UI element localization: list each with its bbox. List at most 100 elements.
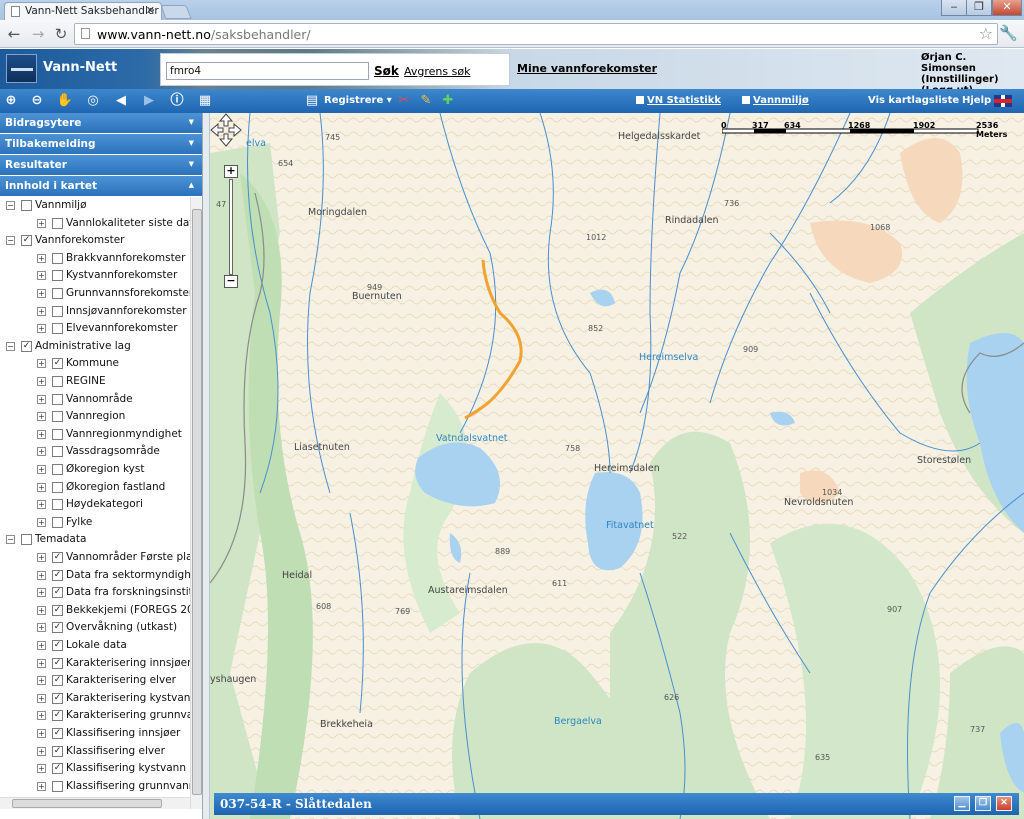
vannmiljo-link[interactable]: Vannmiljø	[742, 95, 809, 106]
draw-icon[interactable]: ✎	[417, 92, 435, 110]
layer-label[interactable]: Brakkvannforekomster	[66, 252, 185, 264]
address-bar[interactable]: www.vann-nett.no/saksbehandler/ ☆	[74, 23, 998, 45]
pan-hand-icon[interactable]: ✋	[56, 92, 74, 110]
close-window-button[interactable]: ✕	[992, 0, 1022, 16]
layer-label[interactable]: REGINE	[66, 375, 106, 387]
zoom-slider[interactable]: + −	[224, 165, 238, 291]
layer-label[interactable]: Karakterisering grunnvann	[66, 709, 190, 721]
layer-checkbox[interactable]	[52, 393, 63, 405]
expand-node-icon[interactable]: +	[37, 324, 46, 334]
layer-label[interactable]: Økoregion fastland	[66, 481, 165, 493]
layer-checkbox[interactable]	[52, 376, 63, 387]
layer-checkbox[interactable]: ✓	[52, 657, 63, 669]
layer-checkbox[interactable]: ✓	[52, 569, 63, 581]
layer-checkbox[interactable]	[52, 446, 63, 458]
pan-arrows-icon[interactable]	[210, 113, 242, 147]
close-tab-icon[interactable]: ✕	[146, 4, 155, 17]
layer-checkbox[interactable]	[52, 252, 63, 264]
panel-innhold-i-kartet[interactable]: Innhold i kartet ▲	[0, 176, 202, 196]
scrollbar-thumb[interactable]	[192, 209, 202, 795]
layer-label[interactable]: Vannforekomster	[35, 234, 125, 246]
wrench-icon[interactable]: 🔧	[999, 24, 1018, 42]
reload-icon[interactable]: ↻	[51, 24, 71, 44]
layer-checkbox[interactable]	[52, 217, 63, 229]
collapse-node-icon[interactable]: −	[6, 535, 15, 545]
layer-checkbox[interactable]: ✓	[52, 692, 63, 704]
layer-checkbox[interactable]: ✓	[52, 745, 63, 757]
collapse-node-icon[interactable]: −	[6, 341, 15, 351]
layer-label[interactable]: Høydekategori	[66, 498, 143, 510]
measure-icon[interactable]: ✂	[395, 92, 413, 110]
vn-statistikk-link[interactable]: VN Statistikk	[636, 95, 721, 106]
print-icon[interactable]: ▦	[196, 92, 214, 110]
expand-node-icon[interactable]: +	[37, 218, 46, 228]
expand-node-icon[interactable]: +	[37, 729, 46, 738]
new-tab-button[interactable]	[160, 5, 192, 19]
panel-bidragsytere[interactable]: Bidragsytere ▼	[0, 113, 202, 133]
expand-node-icon[interactable]: +	[37, 711, 46, 721]
layer-label[interactable]: Elvevannforekomster	[66, 322, 178, 334]
map-canvas[interactable]: 0 317 634 1268 1902 2536 Meters + − Helg…	[210, 113, 1024, 819]
layer-label[interactable]: Kommune	[66, 357, 119, 369]
expand-node-icon[interactable]: +	[37, 746, 46, 756]
layer-label[interactable]: Bekkekjemi (FOREGS 2008	[66, 604, 190, 616]
expand-node-icon[interactable]: +	[37, 764, 46, 774]
scrollbar-thumb[interactable]	[12, 799, 162, 808]
add-user-icon[interactable]: ✚	[439, 92, 457, 110]
layer-label[interactable]: Fylke	[66, 516, 92, 528]
layer-checkbox[interactable]: ✓	[52, 587, 63, 599]
layer-label[interactable]: Klassifisering innsjøer	[66, 727, 180, 739]
layer-checkbox[interactable]	[52, 464, 63, 475]
forward-icon[interactable]: →	[28, 24, 48, 44]
layer-label[interactable]: Vannmiljø	[35, 199, 87, 211]
layer-label[interactable]: Lokale data	[66, 639, 127, 651]
layer-checkbox[interactable]	[21, 200, 32, 211]
expand-node-icon[interactable]: +	[37, 412, 46, 422]
layer-checkbox[interactable]	[52, 481, 63, 493]
layer-checkbox[interactable]: ✓	[21, 340, 32, 352]
expand-node-icon[interactable]: +	[37, 253, 46, 263]
layer-checkbox[interactable]: ✓	[52, 728, 63, 739]
layer-label[interactable]: Vannregion	[66, 410, 125, 422]
expand-node-icon[interactable]: +	[37, 500, 46, 510]
expand-node-icon[interactable]: +	[37, 623, 46, 633]
expand-node-icon[interactable]: +	[37, 658, 46, 668]
my-waterbodies-link[interactable]: Mine vannforekomster	[517, 62, 657, 75]
layer-tree-horizontal-scrollbar[interactable]	[0, 797, 190, 809]
layer-label[interactable]: Klassifisering grunnvann	[66, 780, 190, 792]
layer-tree-vertical-scrollbar[interactable]	[190, 197, 202, 809]
layer-checkbox[interactable]: ✓	[52, 622, 63, 634]
restore-panel-button[interactable]: ❐	[975, 796, 991, 811]
zoom-in-icon[interactable]: ⊕	[2, 92, 20, 110]
expand-node-icon[interactable]: +	[37, 465, 46, 474]
zoom-in-button[interactable]: +	[224, 165, 238, 178]
settings-link[interactable]: (Innstillinger)	[921, 74, 1024, 85]
layer-checkbox[interactable]: ✓	[52, 710, 63, 722]
layer-checkbox[interactable]	[52, 780, 63, 792]
layer-label[interactable]: Vannområde	[66, 393, 133, 405]
layer-label[interactable]: Karakterisering elver	[66, 674, 176, 686]
expand-node-icon[interactable]: +	[37, 394, 46, 404]
expand-node-icon[interactable]: +	[37, 429, 46, 439]
layer-checkbox[interactable]	[52, 499, 63, 511]
layer-label[interactable]: Karakterisering innsjøer	[66, 657, 190, 669]
minimize-panel-button[interactable]: ▁	[954, 796, 970, 811]
layer-list-link[interactable]: Vis kartlagsliste	[868, 95, 959, 106]
expand-node-icon[interactable]: +	[37, 693, 46, 703]
layer-checkbox[interactable]	[52, 516, 63, 528]
browser-tab[interactable]: Vann-Nett Saksbehandler ✕	[4, 2, 162, 20]
previous-extent-icon[interactable]: ◀	[112, 92, 130, 110]
layer-label[interactable]: Karakterisering kystvann	[66, 692, 190, 704]
layer-label[interactable]: Klassifisering elver	[66, 745, 165, 757]
layer-checkbox[interactable]: ✓	[52, 763, 63, 775]
search-input[interactable]	[166, 62, 369, 80]
layer-checkbox[interactable]: ✓	[52, 675, 63, 687]
layer-checkbox[interactable]	[52, 305, 63, 317]
collapse-node-icon[interactable]: −	[6, 236, 15, 246]
layer-label[interactable]: Vannlokaliteter siste data	[66, 217, 190, 229]
expand-node-icon[interactable]: +	[37, 271, 46, 281]
layer-label[interactable]: Vannområder Første planfa	[66, 551, 190, 563]
layer-label[interactable]: Økoregion kyst	[66, 463, 144, 475]
expand-node-icon[interactable]: +	[37, 676, 46, 686]
layer-checkbox[interactable]	[52, 323, 63, 335]
